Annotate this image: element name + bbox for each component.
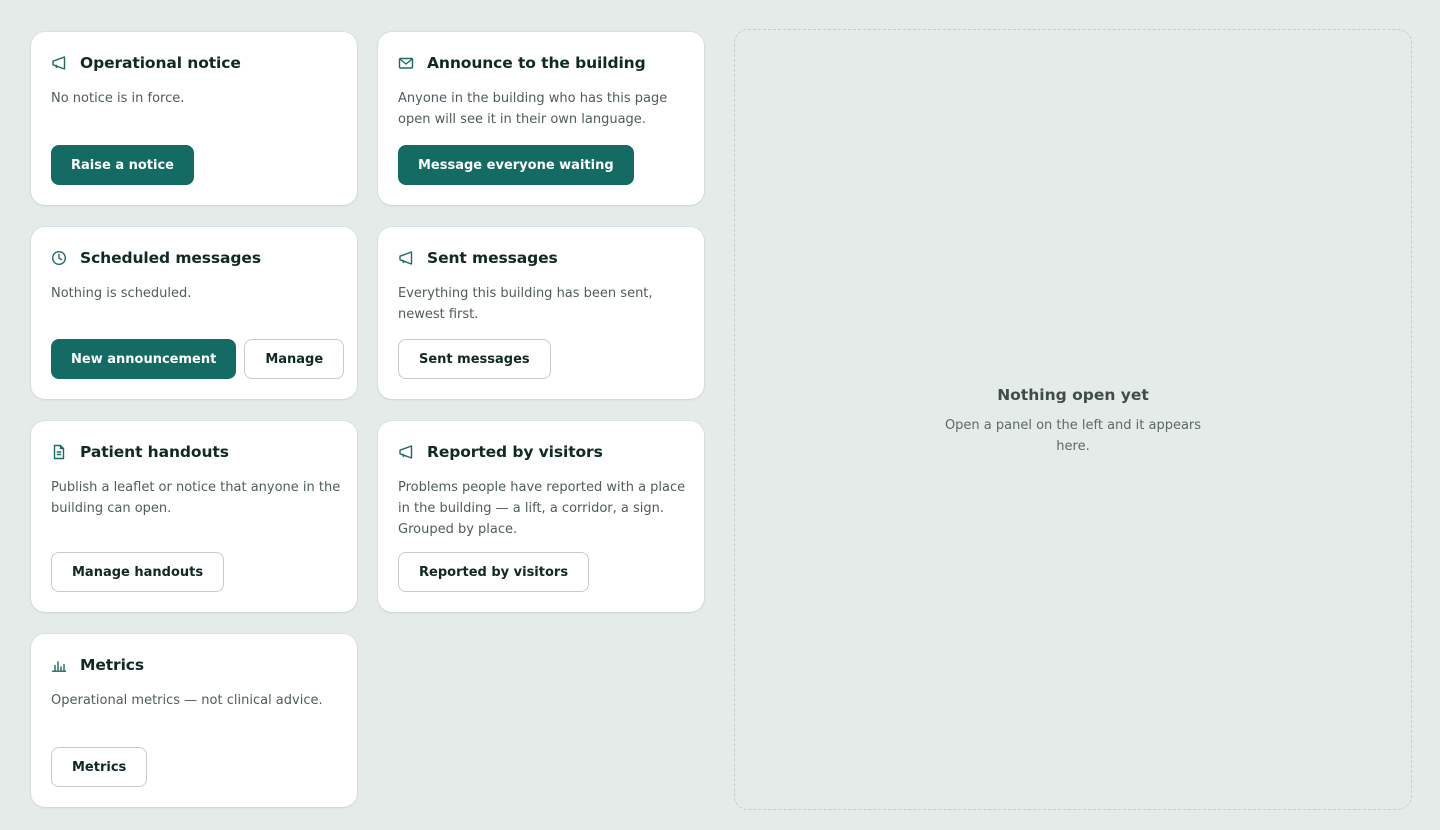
clock-icon (51, 250, 67, 266)
card-title: Metrics (80, 656, 145, 674)
card-description: Publish a leaflet or notice that anyone … (51, 480, 341, 516)
new-announcement-button[interactable]: New announcement (51, 339, 237, 379)
card-description: Operational metrics — not clinical advic… (51, 693, 323, 708)
metrics-button[interactable]: Metrics (51, 747, 148, 787)
detail-panel-empty: Nothing open yet Open a panel on the lef… (734, 29, 1412, 810)
megaphone-icon (398, 444, 414, 460)
card-description: Nothing is scheduled. (51, 286, 192, 301)
card-header: Announce to the building (398, 54, 646, 72)
envelope-icon (398, 55, 414, 71)
card-title: Operational notice (80, 54, 241, 72)
card-header: Scheduled messages (51, 249, 261, 267)
card-title: Sent messages (427, 249, 558, 267)
card-title: Patient handouts (80, 443, 229, 461)
scheduled-messages-card: Scheduled messages Nothing is scheduled.… (31, 227, 357, 399)
card-title: Reported by visitors (427, 443, 603, 461)
empty-state-description: Open a panel on the left and it appears … (944, 418, 1202, 454)
announce-card: Announce to the building Anyone in the b… (378, 32, 704, 205)
manage-handouts-button[interactable]: Manage handouts (51, 552, 225, 592)
message-everyone-button[interactable]: Message everyone waiting (398, 145, 634, 185)
card-header: Metrics (51, 656, 144, 674)
sent-messages-card: Sent messages Everything this building h… (378, 227, 704, 399)
card-header: Sent messages (398, 249, 558, 267)
bar-chart-icon (51, 657, 67, 673)
operational-notice-card: Operational notice No notice is in force… (31, 32, 357, 205)
sent-messages-button[interactable]: Sent messages (398, 339, 551, 379)
card-title: Announce to the building (427, 54, 646, 72)
patient-handouts-card: Patient handouts Publish a leaflet or no… (31, 421, 357, 612)
card-header: Reported by visitors (398, 443, 603, 461)
raise-notice-button[interactable]: Raise a notice (51, 145, 194, 185)
empty-state-title: Nothing open yet (997, 386, 1149, 404)
card-title: Scheduled messages (80, 249, 261, 267)
card-header: Operational notice (51, 54, 241, 72)
megaphone-icon (398, 250, 414, 266)
card-description: Problems people have reported with a pla… (398, 480, 686, 537)
card-header: Patient handouts (51, 443, 229, 461)
document-icon (51, 444, 67, 460)
reported-by-visitors-card: Reported by visitors Problems people hav… (378, 421, 704, 612)
megaphone-icon (51, 55, 67, 71)
card-description: No notice is in force. (51, 91, 185, 106)
metrics-card: Metrics Operational metrics — not clinic… (31, 634, 357, 807)
reported-by-visitors-button[interactable]: Reported by visitors (398, 552, 590, 592)
card-description: Everything this building has been sent, … (398, 286, 653, 322)
card-description: Anyone in the building who has this page… (398, 91, 668, 127)
manage-button[interactable]: Manage (244, 339, 345, 379)
